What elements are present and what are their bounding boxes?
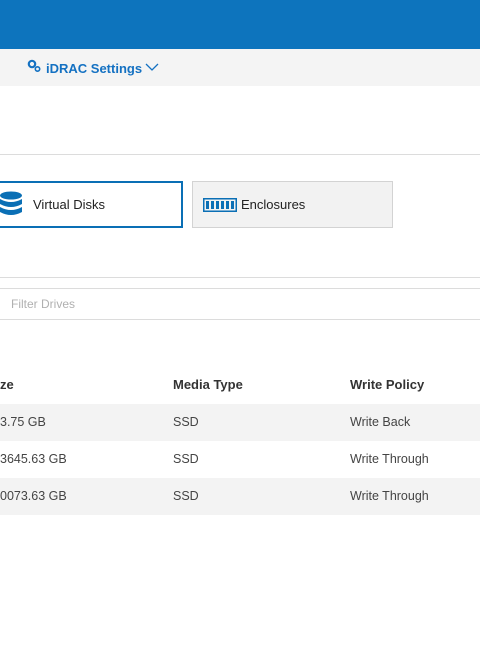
table-row[interactable]: 3645.63 GB SSD Write Through [0,441,480,478]
chevron-down-icon [145,59,159,77]
write-policy-cell: Write Back [350,415,411,429]
size-cell: 3645.63 GB [0,452,67,466]
column-header-write-policy[interactable]: Write Policy [350,377,424,392]
section-divider [0,154,480,155]
write-policy-cell: Write Through [350,452,429,466]
column-header-media-type[interactable]: Media Type [173,377,243,392]
gear-icon [27,59,41,78]
table-row[interactable]: 3.75 GB SSD Write Back [0,404,480,441]
top-banner [0,0,480,49]
size-cell: 3.75 GB [0,415,46,429]
tab-virtual-disks[interactable]: Virtual Disks [0,181,183,228]
media-type-cell: SSD [173,489,199,503]
tab-enclosures-label: Enclosures [241,197,306,212]
tab-enclosures[interactable]: Enclosures [192,181,393,228]
write-policy-cell: Write Through [350,489,429,503]
column-header-size[interactable]: ze [0,377,14,392]
filter-drives-input[interactable] [0,288,480,320]
database-icon [0,191,23,219]
media-type-cell: SSD [173,452,199,466]
enclosure-icon [203,197,237,212]
table-row[interactable]: 0073.63 GB SSD Write Through [0,478,480,515]
size-cell: 0073.63 GB [0,489,67,503]
section-divider [0,277,480,278]
idrac-settings-menu[interactable]: iDRAC Settings [27,59,159,77]
idrac-settings-label: iDRAC Settings [46,60,143,76]
tab-virtual-disks-label: Virtual Disks [33,197,106,212]
media-type-cell: SSD [173,415,199,429]
